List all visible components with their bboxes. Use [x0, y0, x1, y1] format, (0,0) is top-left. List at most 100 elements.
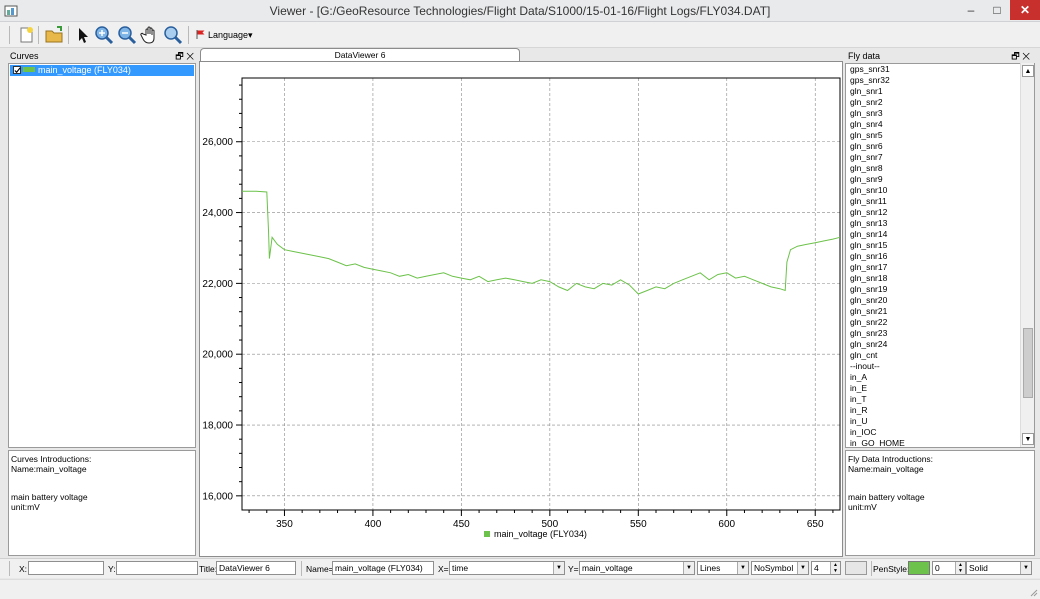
minimize-button[interactable]: – [958, 0, 984, 20]
zoom-out-icon[interactable] [117, 25, 137, 45]
checkbox[interactable] [13, 66, 21, 74]
x-axis-select[interactable]: time ▼ [449, 561, 565, 575]
fly-panel-header: Fly data 🗗 ✕ [846, 50, 1034, 62]
scrollbar[interactable]: ▲ ▼ [1020, 63, 1034, 447]
list-item[interactable]: gln_snr20 [846, 295, 1020, 306]
list-item[interactable]: gln_snr7 [846, 152, 1020, 163]
chevron-down-icon[interactable]: ▼ [553, 562, 564, 574]
zoom-fit-icon[interactable] [163, 25, 183, 45]
list-item[interactable]: gln_snr17 [846, 262, 1020, 273]
list-item[interactable]: gln_snr3 [846, 108, 1020, 119]
toolbar-separator [188, 26, 189, 44]
list-item[interactable]: --inout-- [846, 361, 1020, 372]
scroll-down-icon[interactable]: ▼ [1022, 433, 1034, 445]
scroll-thumb[interactable] [1023, 328, 1033, 398]
list-item[interactable]: gln_snr23 [846, 328, 1020, 339]
list-item[interactable]: gln_snr15 [846, 240, 1020, 251]
list-item[interactable]: gln_snr4 [846, 119, 1020, 130]
spin-arrows-icon[interactable]: ▲ ▼ [955, 562, 965, 574]
pen-style-select[interactable]: Solid ▼ [966, 561, 1032, 575]
y-tick-label: 18,000 [202, 421, 233, 432]
list-item[interactable]: gln_snr18 [846, 273, 1020, 284]
list-item[interactable]: in_R [846, 405, 1020, 416]
list-item[interactable]: main_voltage (FLY034) [10, 65, 194, 76]
chevron-down-icon[interactable]: ▼ [797, 562, 808, 574]
chart[interactable]: 16,000 18,000 20,000 22,000 24,000 26,000 350… [200, 62, 842, 556]
symbol-select[interactable]: NoSymbol ▼ [751, 561, 809, 575]
list-item[interactable]: gln_snr14 [846, 229, 1020, 240]
scroll-up-icon[interactable]: ▲ [1022, 65, 1034, 77]
list-item[interactable]: gln_snr13 [846, 218, 1020, 229]
tab-dataviewer[interactable]: DataViewer 6 [200, 48, 520, 61]
resize-grip-icon[interactable] [1028, 587, 1038, 597]
list-item[interactable]: gln_snr9 [846, 174, 1020, 185]
bottom-toolbar: X: Y: Title: DataViewer 6 Name= main_vol… [0, 558, 1040, 578]
y-tick-label: 20,000 [202, 350, 233, 361]
series-line-main-voltage [242, 190, 841, 295]
list-item[interactable]: gln_snr12 [846, 207, 1020, 218]
list-item[interactable]: gln_cnt [846, 350, 1020, 361]
open-folder-icon[interactable] [44, 25, 64, 45]
line-color-button[interactable] [845, 561, 867, 575]
list-item[interactable]: gln_snr16 [846, 251, 1020, 262]
fly-data-list[interactable]: gps_snr31 gps_snr32 gln_snr1 gln_snr2 gln_sn… [846, 64, 1020, 447]
list-item[interactable]: in_E [846, 383, 1020, 394]
flag-icon [196, 30, 205, 39]
curves-panel-title: Curves [10, 51, 39, 61]
float-icon[interactable]: 🗗 [175, 51, 183, 61]
title-input[interactable]: DataViewer 6 [216, 561, 296, 575]
line-style-select[interactable]: Lines ▼ [697, 561, 749, 575]
legend-swatch [484, 531, 490, 537]
list-item[interactable]: in_IOC [846, 427, 1020, 438]
x-coord-input[interactable] [28, 561, 104, 575]
list-item[interactable]: gln_snr19 [846, 284, 1020, 295]
chevron-down-icon[interactable]: ▼ [737, 562, 748, 574]
list-item[interactable]: in_T [846, 394, 1020, 405]
pan-hand-icon[interactable] [140, 25, 160, 45]
list-item[interactable]: gln_snr8 [846, 163, 1020, 174]
list-item[interactable]: gln_snr24 [846, 339, 1020, 350]
y-coord-input[interactable] [116, 561, 198, 575]
list-item[interactable]: gln_snr22 [846, 317, 1020, 328]
list-item[interactable]: gln_snr1 [846, 86, 1020, 97]
intro-unit: unit:mV [11, 502, 40, 512]
list-item[interactable]: gps_snr32 [846, 75, 1020, 86]
toolbar-separator [871, 561, 872, 576]
close-icon[interactable]: ✕ [1022, 51, 1030, 61]
close-button[interactable]: ✕ [1010, 0, 1040, 20]
list-item[interactable]: gln_snr21 [846, 306, 1020, 317]
name-label: Name= [306, 564, 334, 574]
name-input[interactable]: main_voltage (FLY034) [332, 561, 434, 575]
curves-list[interactable]: main_voltage (FLY034) [8, 63, 196, 448]
y-axis-select[interactable]: main_voltage ▼ [579, 561, 695, 575]
list-item[interactable]: gln_snr2 [846, 97, 1020, 108]
float-icon[interactable]: 🗗 [1011, 51, 1019, 61]
pen-color-button[interactable] [908, 561, 930, 575]
chevron-down-icon[interactable]: ▼ [683, 562, 694, 574]
close-icon[interactable]: ✕ [186, 51, 194, 61]
curve-label: main_voltage (FLY034) [38, 65, 131, 75]
list-item[interactable]: gln_snr10 [846, 185, 1020, 196]
new-file-icon[interactable] [16, 25, 36, 45]
list-item[interactable]: gln_snr6 [846, 141, 1020, 152]
pointer-icon[interactable] [73, 25, 93, 45]
pen-style-value: Solid [969, 563, 988, 573]
list-item[interactable]: in_GO_HOME [846, 438, 1020, 447]
list-item[interactable]: in_U [846, 416, 1020, 427]
zoom-in-icon[interactable] [94, 25, 114, 45]
spin-arrows-icon[interactable]: ▲ ▼ [830, 562, 840, 574]
list-item[interactable]: gln_snr11 [846, 196, 1020, 207]
chevron-down-icon[interactable]: ▼ [1020, 562, 1031, 574]
maximize-button[interactable]: □ [984, 0, 1010, 20]
toolbar: Language▾ [0, 22, 1040, 48]
line-style-value: Lines [700, 563, 721, 573]
line-width-spinbox[interactable]: 4 ▲ ▼ [811, 561, 841, 575]
chevron-down-icon: ▾ [248, 30, 253, 40]
x-tick-label: 400 [365, 519, 382, 530]
list-item[interactable]: gln_snr5 [846, 130, 1020, 141]
line-width-value: 4 [814, 563, 819, 573]
list-item[interactable]: gps_snr31 [846, 64, 1020, 75]
pen-width-spinbox[interactable]: 0 ▲ ▼ [932, 561, 966, 575]
list-item[interactable]: in_A [846, 372, 1020, 383]
language-menu[interactable]: Language▾ [196, 28, 253, 42]
